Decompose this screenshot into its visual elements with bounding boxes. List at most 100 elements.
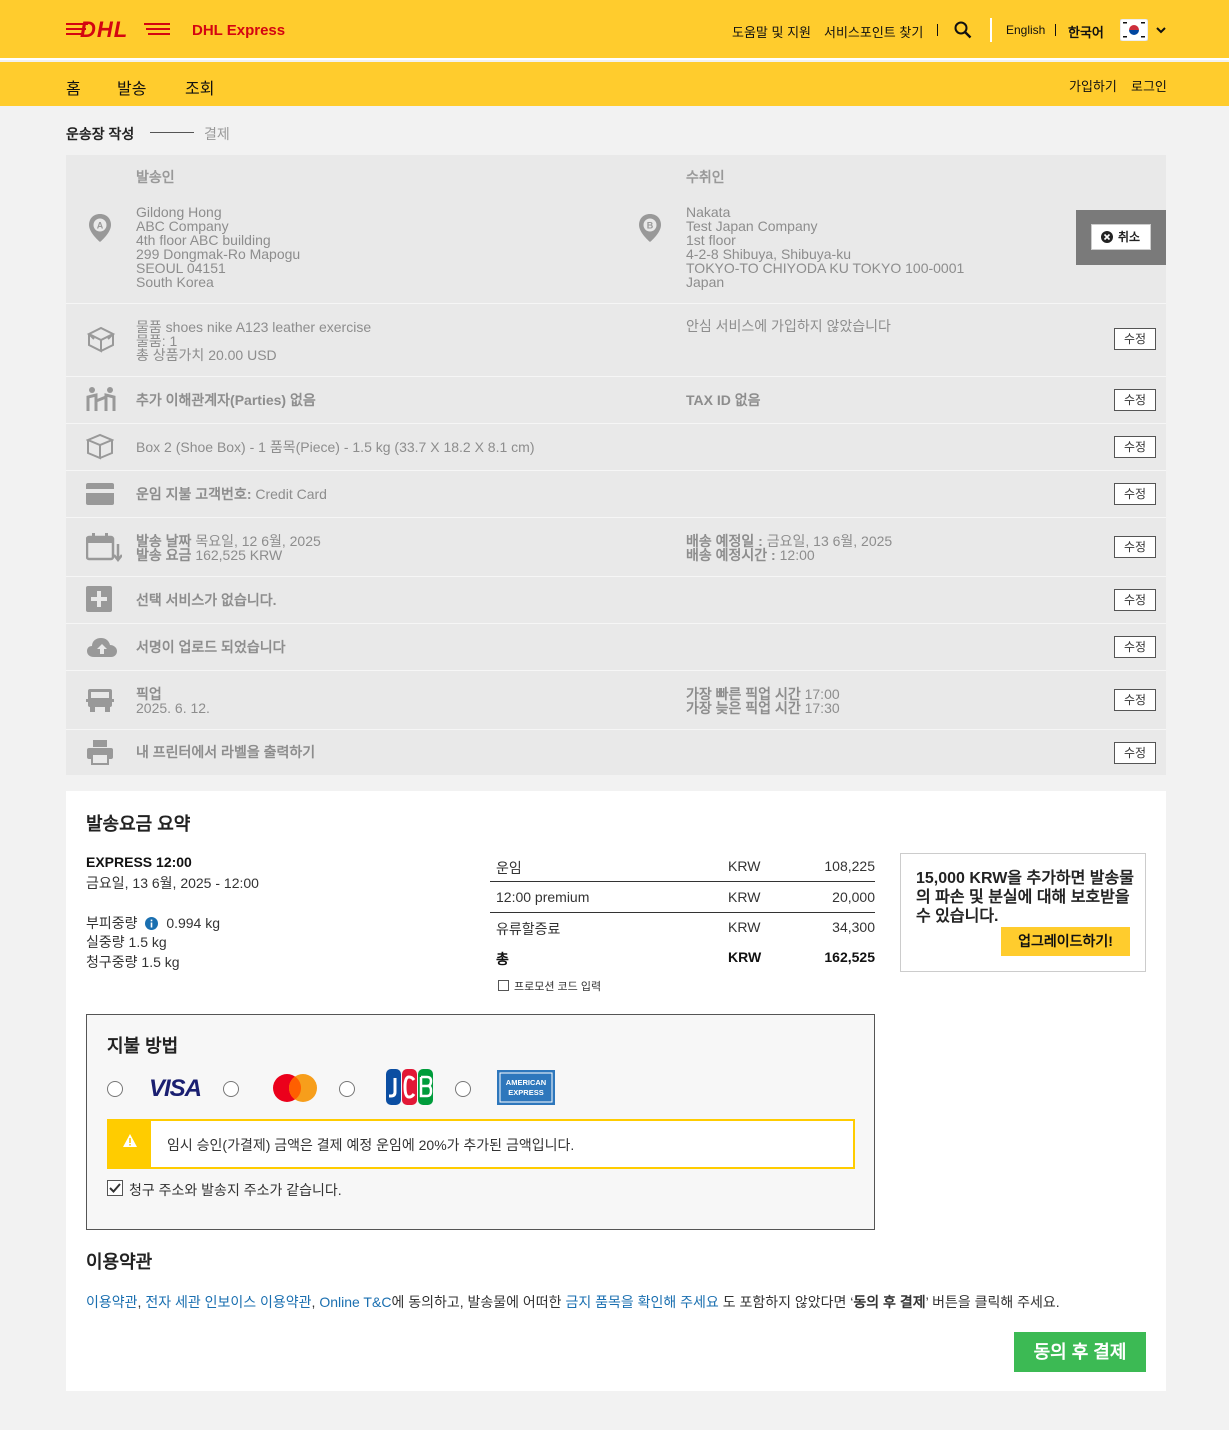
close-circle-icon [1101,231,1113,243]
parties-text: 추가 이해관계자(Parties) 없음 [136,392,316,408]
cancel-button[interactable]: 취소 [1091,224,1151,250]
mastercard-radio[interactable] [223,1081,239,1097]
print-label-text: 내 프린터에서 라벨을 출력하기 [136,744,316,760]
delivery-estimate: 배송 예정일 : 금요일, 13 6월, 2025 배송 예정시간 : 12:0… [686,533,893,563]
pickup-times: 가장 빠른 픽업 시간 17:00 가장 늦은 픽업 시간 17:30 [686,686,840,716]
payment-method-box: 지불 방법 VISA AMERICAN EXPRESS 임시 승인(가결제) 금액… [86,1014,875,1230]
items-row: 물품 shoes nike A123 leather exercise 물품: … [66,303,1166,376]
edit-signature-button[interactable]: 수정 [1114,636,1156,658]
sender-address: Gildong Hong ABC Company 4th floor ABC bui… [136,204,301,290]
dhl-logo-icon[interactable]: DHL [66,18,170,40]
package-row: Box 2 (Shoe Box) - 1 품목(Piece) - 1.5 kg … [66,423,1166,470]
e-invoice-terms-link[interactable]: 전자 세관 인보이스 이용약관 [145,1294,311,1310]
prohibited-items-link[interactable]: 금지 품목을 확인해 주세요 [565,1294,718,1310]
help-link[interactable]: 도움말 및 지원 [732,22,811,41]
divider [1055,24,1056,36]
edit-billing-button[interactable]: 수정 [1114,483,1156,505]
promo-checkbox[interactable] [498,980,509,991]
sender-heading: 발송인 [136,169,175,185]
amex-radio[interactable] [455,1081,471,1097]
warning-banner: 임시 승인(가결제) 금액은 결제 예정 운임에 20%가 추가된 금액입니다. [107,1119,855,1169]
warning-text: 임시 승인(가결제) 금액은 결제 예정 운임에 20%가 추가된 금액입니다. [167,1137,575,1153]
upgrade-text: 15,000 KRW을 추가하면 발송물의 파손 및 분실에 대해 보호받을 수… [916,870,1134,925]
shipment-review-panel: 발송인 수취인 A B Gildong Hong ABC Company 4th f… [66,155,1166,775]
pin-b-icon: B [639,214,661,242]
pickup-info: 픽업 2025. 6. 12. [136,686,210,716]
signup-link[interactable]: 가입하기 [1069,76,1117,95]
chevron-down-icon[interactable] [1156,27,1166,34]
main-nav: 홈 발송 조회 가입하기 로그인 [0,62,1229,106]
address-row: 발송인 수취인 A B Gildong Hong ABC Company 4th f… [66,155,1166,303]
signature-row: 서명이 업로드 되었습니다 수정 [66,623,1166,670]
chargeable-weight: 청구중량 1.5 kg [86,954,180,970]
credit-card-icon [86,483,114,505]
lang-english[interactable]: English [1006,23,1045,37]
edit-print-button[interactable]: 수정 [1114,742,1156,764]
pickup-row: 픽업 2025. 6. 12. 가장 빠른 픽업 시간 17:00 가장 늦은 … [66,670,1166,729]
cloud-upload-icon [87,638,117,657]
lang-korean[interactable]: 한국어 [1068,22,1104,41]
same-address-checkbox[interactable] [107,1180,123,1196]
nav-home[interactable]: 홈 [66,75,81,99]
login-link[interactable]: 로그인 [1131,76,1167,95]
pin-a-icon: A [89,214,111,242]
same-address-label: 청구 주소와 발송지 주소가 같습니다. [129,1182,342,1198]
items-summary: 물품 shoes nike A123 leather exercise 물품: … [136,319,372,363]
cancel-box: 취소 [1076,210,1166,265]
payment-title: 지불 방법 [107,1036,179,1056]
dates-row: 발송 날짜 목요일, 12 6월, 2025 발송 요금 162,525 KRW… [66,517,1166,576]
step-waybill: 운송장 작성 [66,126,135,142]
upgrade-box: 15,000 KRW을 추가하면 발송물의 파손 및 분실에 대해 보호받을 수… [900,853,1146,972]
svg-text:EXPRESS: EXPRESS [508,1088,543,1097]
package-text: Box 2 (Shoe Box) - 1 품목(Piece) - 1.5 kg … [136,439,535,455]
nav-ship[interactable]: 발송 [117,75,146,99]
promo-label: 프로모션 코드 입력 [514,981,602,993]
svg-text:DHL: DHL [80,18,128,40]
brand-text: DHL Express [192,22,286,39]
info-icon[interactable] [145,917,159,930]
parties-icon [86,387,116,411]
signature-text: 서명이 업로드 되었습니다 [136,639,286,655]
plus-icon [86,586,112,612]
edit-pickup-button[interactable]: 수정 [1114,689,1156,711]
billing-row: 운임 지불 고객번호: Credit Card 수정 [66,470,1166,517]
visa-radio[interactable] [107,1081,123,1097]
nav-track[interactable]: 조회 [185,75,214,99]
parties-row: 추가 이해관계자(Parties) 없음 TAX ID 없음 수정 [66,376,1166,423]
korea-flag-icon[interactable] [1120,19,1148,41]
top-bar: DHL DHL Express 도움말 및 지원 서비스포인트 찾기 Engli… [0,0,1229,60]
svg-text:A: A [97,221,104,231]
calendar-icon [86,533,122,562]
divider [937,24,938,36]
optional-services-row: 선택 서비스가 없습니다. 수정 [66,576,1166,623]
amex-icon: AMERICANEXPRESS [497,1070,555,1105]
billing-text: 운임 지불 고객번호: Credit Card [136,486,327,502]
receiver-heading: 수취인 [686,169,725,185]
search-icon[interactable] [954,21,972,39]
actual-weight: 실중량 1.5 kg [86,934,167,950]
edit-dates-button[interactable]: 수정 [1114,536,1156,558]
jcb-icon [386,1069,433,1105]
service-points-link[interactable]: 서비스포인트 찾기 [824,22,923,41]
upgrade-button[interactable]: 업그레이드하기! [1001,927,1130,956]
truck-icon [86,689,114,712]
table-row: 운임 KRW 108,225 [490,852,875,882]
edit-optional-button[interactable]: 수정 [1114,589,1156,611]
terms-title: 이용약관 [86,1252,153,1272]
edit-parties-button[interactable]: 수정 [1114,389,1156,411]
optional-services-text: 선택 서비스가 없습니다. [136,592,277,608]
online-tc-link[interactable]: Online T&C [319,1294,391,1310]
total-row: 총 KRW 162,525 [496,949,875,967]
divider [990,18,992,42]
jcb-radio[interactable] [339,1081,355,1097]
edit-package-button[interactable]: 수정 [1114,436,1156,458]
svg-text:B: B [647,221,654,231]
ship-date-fee: 발송 날짜 목요일, 12 6월, 2025 발송 요금 162,525 KRW [136,533,321,563]
edit-items-button[interactable]: 수정 [1114,328,1156,350]
package-icon [86,433,114,460]
visa-logo: VISA [149,1075,202,1102]
tax-id-text: TAX ID 없음 [686,392,761,408]
terms-link[interactable]: 이용약관 [86,1294,138,1310]
agree-and-pay-button[interactable]: 동의 후 결제 [1014,1332,1146,1372]
step-payment: 결제 [204,126,230,142]
